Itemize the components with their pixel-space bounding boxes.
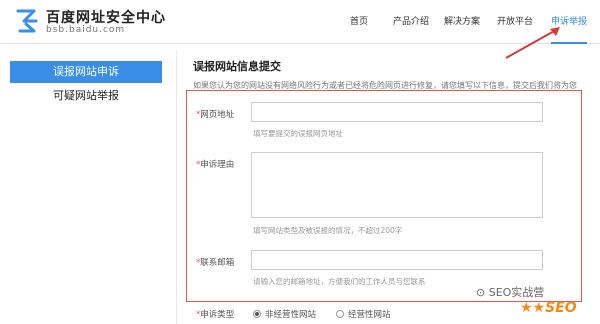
brand-subtitle: bsb.baidu.com <box>46 25 126 35</box>
url-field-label: *网页地址 <box>196 110 235 120</box>
baidu-security-logo-icon[interactable] <box>14 7 40 35</box>
radio-selected-icon[interactable] <box>253 310 261 318</box>
url-hint: 填写要提交的误报网页地址 <box>253 129 343 138</box>
reason-field-label: *申诉理由 <box>196 160 235 170</box>
nav-products[interactable]: 产品介绍 <box>393 0 429 44</box>
sidebar-item-false-report-appeal[interactable]: 误报网站申诉 <box>10 61 162 83</box>
brand-title[interactable]: 百度网址安全中心 <box>46 7 166 27</box>
radio-unselected-icon[interactable] <box>336 310 344 318</box>
radio-commercial[interactable]: 经营性网站 <box>336 308 391 320</box>
url-input[interactable] <box>251 102 543 122</box>
email-input[interactable] <box>251 250 543 270</box>
nav-solutions[interactable]: 解决方案 <box>444 0 480 44</box>
nav-home[interactable]: 首页 <box>350 0 368 44</box>
watermark-text: ⊙ SEO实战营 <box>476 286 545 299</box>
watermark-logo: ★★SEO <box>520 300 577 316</box>
email-hint: 请输入您的邮箱地址，方便我们的工作人员与您联系 <box>253 277 426 286</box>
email-field-label: *联系邮箱 <box>196 258 235 268</box>
sidebar-item-suspicious-report[interactable]: 可疑网站举报 <box>10 85 162 107</box>
page-title: 误报网站信息提交 <box>193 60 281 73</box>
reason-textarea[interactable] <box>251 152 543 218</box>
type-field-label: *申诉类型 <box>196 310 235 320</box>
reason-hint: 填写网站类型及被误报的情况，不超过200字 <box>253 226 403 235</box>
sidebar-divider <box>176 50 177 324</box>
annotation-arrow-icon <box>505 27 560 59</box>
radio-non-commercial[interactable]: 非经营性网站 <box>253 308 316 320</box>
